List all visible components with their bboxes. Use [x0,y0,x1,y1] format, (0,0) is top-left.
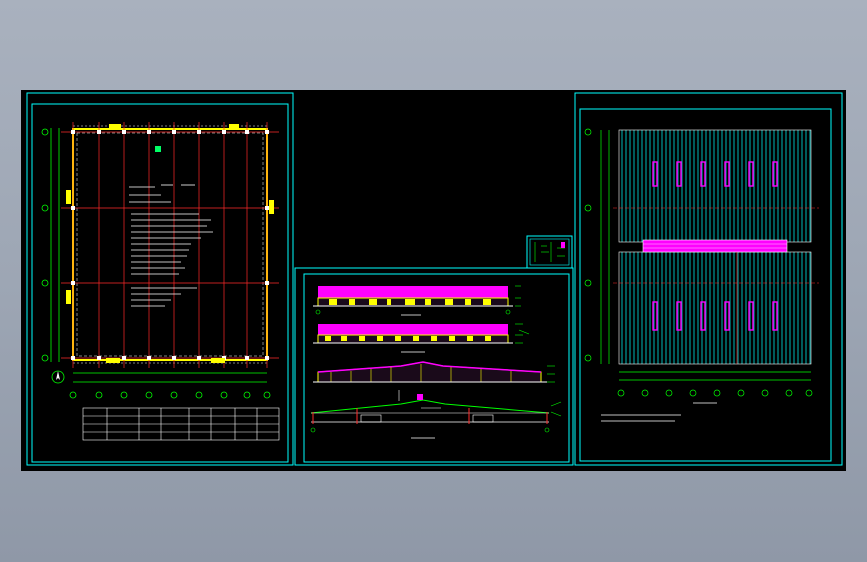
elevations-sheet [294,267,574,466]
detail-legend-sheet [526,235,573,269]
floor-plan-notes [129,184,213,307]
floor-plan-column-grid [61,122,279,368]
front-elevation [313,285,521,316]
north-arrow-icon [51,370,65,384]
cad-drawing-canvas[interactable] [21,90,846,471]
door-window-schedule-table [82,407,280,441]
cad-drawing-viewport[interactable] [21,90,846,471]
side-elevation [313,361,555,383]
floor-plan-axis-bubbles [41,128,271,399]
floor-plan-sheet [26,92,294,466]
rear-elevation [313,323,530,353]
roof-plan-sheet [574,92,843,466]
building-section [310,390,562,439]
floor-plan-building-outline [72,128,268,361]
roof-sheeting-south [618,251,812,365]
roof-ridge-band [642,239,788,253]
roof-sheeting-north [618,129,812,243]
